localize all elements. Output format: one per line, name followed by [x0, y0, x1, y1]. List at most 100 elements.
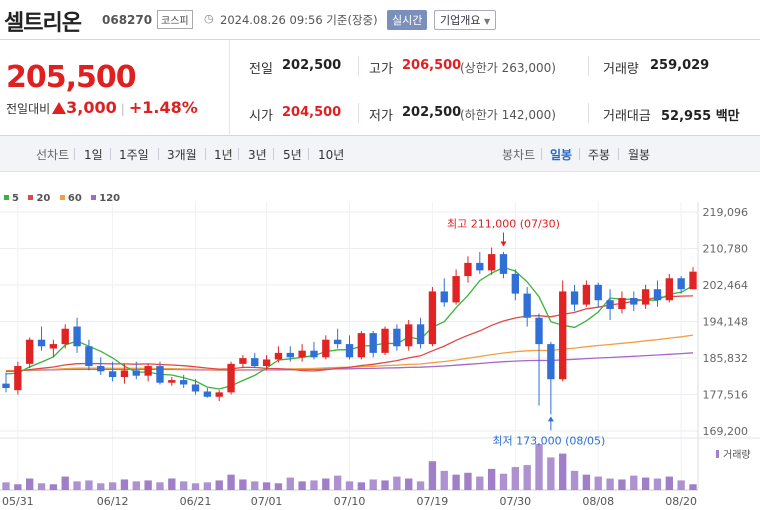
volume-bar: [144, 480, 152, 490]
period-1d[interactable]: 1일: [84, 146, 103, 163]
candle-weekly[interactable]: 주봉: [588, 146, 610, 163]
candle-body: [97, 366, 105, 372]
candle-body: [393, 328, 401, 347]
volume-bar: [630, 475, 638, 490]
divider: [238, 148, 239, 160]
y-tick-label: 169,200: [703, 425, 749, 438]
period-5y[interactable]: 5년: [283, 146, 302, 163]
candle-body: [227, 363, 235, 393]
volume-bar: [641, 477, 650, 490]
candle-body: [369, 333, 377, 353]
open-label: 시가: [249, 109, 273, 124]
volume-bar: [49, 484, 58, 490]
volume-bar: [547, 457, 555, 490]
divider: [541, 148, 542, 160]
volume-bar: [381, 480, 389, 490]
candle-body: [144, 366, 152, 376]
volume-bar: [180, 481, 188, 490]
volume-bar: [487, 468, 496, 490]
y-tick-label: 177,516: [703, 389, 749, 402]
divider: [579, 148, 580, 160]
volume-bar: [559, 453, 567, 490]
volume-legend-label: 거래량: [723, 449, 751, 461]
volume-bar: [405, 478, 413, 490]
amount-value: 52,955 백만: [661, 109, 740, 124]
volume-bar: [523, 465, 531, 490]
high-arrow-head: [500, 241, 507, 247]
volume-value: 259,029: [650, 58, 710, 73]
candle-body: [180, 380, 188, 385]
volume-bar: [37, 483, 46, 490]
volume-bar: [582, 474, 591, 490]
volume-bar: [393, 476, 401, 490]
candle-body: [499, 254, 508, 274]
current-price-box: 205,500 전일대비 3,000 | +1.48%: [0, 40, 230, 136]
volume-bar: [215, 480, 223, 490]
low-value: 202,500: [402, 105, 462, 120]
volume-bar: [618, 479, 626, 490]
volume-bar: [464, 472, 472, 490]
period-3m[interactable]: 3개월: [167, 146, 197, 163]
volume-bar: [168, 478, 176, 490]
candle-body: [203, 391, 212, 397]
quote-panel: 205,500 전일대비 3,000 | +1.48% 전일 202,500 고가 2…: [0, 40, 760, 136]
divider: [308, 148, 309, 160]
lower-limit: (하한가 142,000): [460, 108, 556, 122]
volume-bar: [286, 477, 294, 490]
candle-body: [156, 366, 164, 383]
volume-bar: [345, 481, 354, 490]
prev-close-value: 202,500: [282, 58, 342, 73]
volume-bar: [511, 467, 519, 490]
volume-bar: [2, 482, 10, 490]
x-tick-label: 07/30: [499, 495, 531, 508]
candle-body: [547, 344, 555, 380]
volume-bar: [274, 483, 283, 490]
candle-body: [310, 350, 318, 358]
stock-name: 셀트리온: [4, 11, 82, 36]
period-1w[interactable]: 1주일: [119, 146, 149, 163]
candle-body: [594, 284, 602, 301]
candle-body: [357, 333, 366, 358]
price-chart[interactable]: 219,096 210,780 202,464 194,148 185,832 177,5…: [0, 172, 760, 510]
x-tick-label: 08/08: [582, 495, 614, 508]
candle-body: [345, 344, 354, 358]
candle-body: [262, 359, 271, 367]
volume-bar: [677, 480, 685, 490]
candle-body: [630, 298, 638, 305]
period-10y[interactable]: 10년: [318, 146, 344, 163]
candle-body: [641, 289, 650, 305]
volume-bar: [369, 479, 377, 490]
period-3y[interactable]: 3년: [248, 146, 267, 163]
volume-bar: [97, 483, 105, 490]
candle-body: [570, 291, 579, 305]
candle-body: [26, 339, 34, 364]
candle-body: [120, 370, 129, 378]
candle-daily[interactable]: 일봉: [550, 146, 572, 163]
y-tick-label: 202,464: [703, 279, 749, 292]
realtime-button[interactable]: 실시간: [387, 10, 428, 30]
clock-icon: ◷: [204, 12, 214, 25]
volume-bar: [570, 470, 579, 490]
chart-period-bar: 선차트 1일 1주일 3개월 1년 3년 5년 10년 봉차트 일봉 주봉 월봉: [0, 136, 760, 172]
candle-body: [511, 273, 519, 294]
volume-bar: [310, 480, 318, 490]
low-arrow-head: [547, 416, 554, 422]
candle-body: [523, 293, 531, 318]
divider: [273, 148, 274, 160]
candle-body: [487, 254, 496, 271]
candle-body: [73, 326, 81, 347]
candle-body: [582, 284, 591, 305]
volume-bar: [108, 482, 117, 490]
candle-monthly[interactable]: 월봉: [628, 146, 650, 163]
volume-bar: [262, 482, 271, 490]
y-tick-label: 185,832: [703, 352, 749, 365]
volume-bar: [203, 482, 212, 490]
period-1y[interactable]: 1년: [214, 146, 233, 163]
corp-info-dropdown[interactable]: 기업개요 ▼: [434, 10, 497, 30]
candle-body: [653, 289, 662, 301]
candle-body: [61, 328, 69, 345]
volume-bar: [499, 473, 508, 490]
volume-bar: [61, 476, 69, 490]
volume-bar: [653, 478, 662, 490]
line-chart-label: 선차트: [36, 148, 70, 162]
